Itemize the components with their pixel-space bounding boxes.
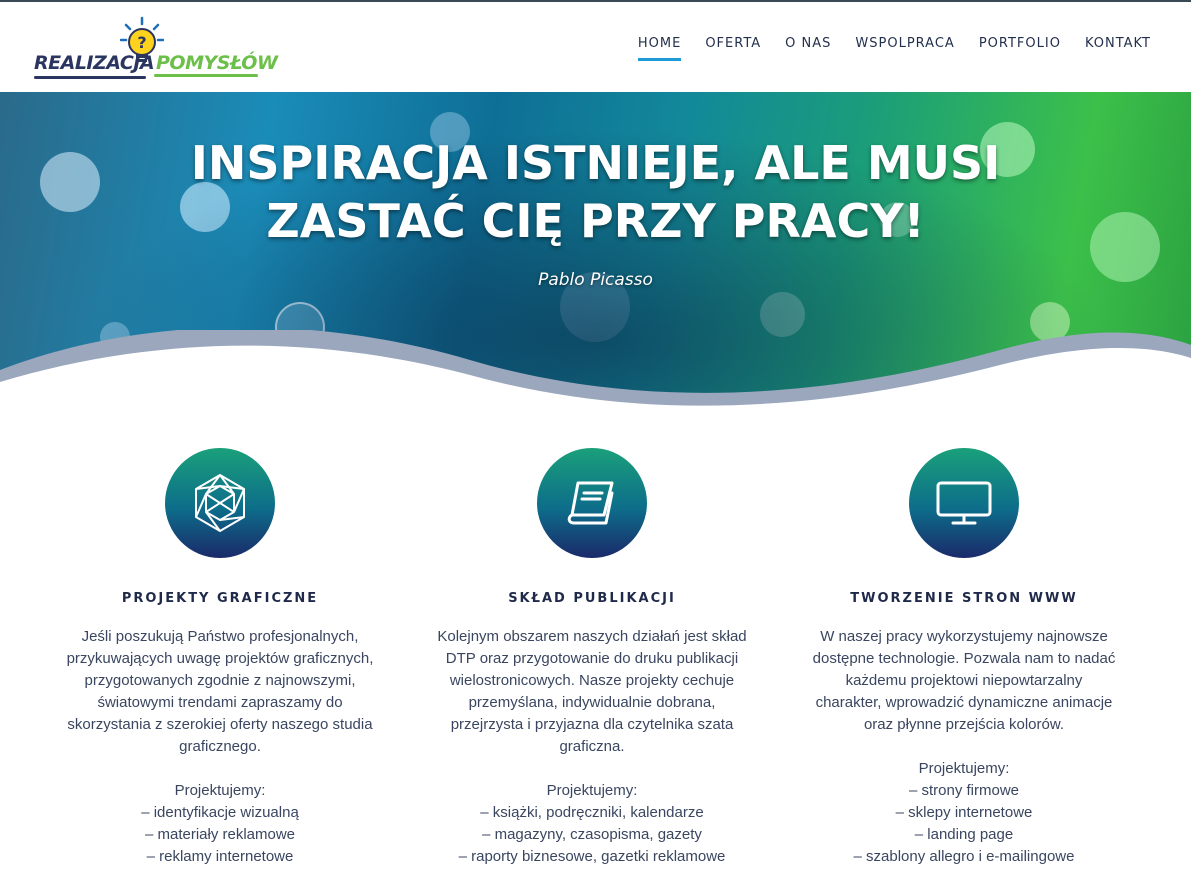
feature-list-heading: Projektujemy: <box>918 760 1010 777</box>
feature-publication-layout: SKŁAD PUBLIKACJI Kolejnym obszarem naszy… <box>422 448 762 868</box>
nav-item-o-nas[interactable]: O NAS <box>773 36 843 61</box>
site-header: ? REALIZACJA POMYSŁÓW HOME OFERTA O NAS … <box>0 2 1191 92</box>
feature-description-line: skorzystania z szerokiej oferty naszego … <box>67 716 373 733</box>
logo-underline <box>34 76 146 79</box>
feature-icon-circle <box>165 448 275 558</box>
feature-list-item: – magazyny, czasopisma, gazety <box>482 826 702 843</box>
feature-description: Kolejnym obszarem naszych działań jest s… <box>422 626 762 868</box>
feature-description-line: przemyślana, indywidualnie dobrana, <box>468 694 716 711</box>
svg-text:?: ? <box>137 33 146 52</box>
feature-list-item: – strony firmowe <box>908 782 1020 799</box>
feature-description-line: wielostronicowych. Nasze projekty cechuj… <box>449 672 735 689</box>
feature-description-line: W naszej pracy wykorzystujemy najnowsze <box>820 628 1108 645</box>
feature-description-line: charakter, wprowadzić dynamiczne animacj… <box>815 694 1113 711</box>
book-icon <box>567 481 614 525</box>
feature-icon-circle <box>537 448 647 558</box>
feature-list-item: – reklamy internetowe <box>146 848 294 865</box>
feature-icon-circle <box>909 448 1019 558</box>
feature-list-item: – materiały reklamowe <box>144 826 296 843</box>
feature-title: TWORZENIE STRON WWW <box>850 591 1078 606</box>
feature-description-line: światowymi trendami zapraszamy do <box>97 694 343 711</box>
logo-text-part1: REALIZACJA <box>34 52 155 74</box>
feature-description: Jeśli poszukują Państwo profesjonalnych,… <box>50 626 390 868</box>
feature-list-item: – szablony allegro i e-mailingowe <box>853 848 1075 865</box>
geometric-polyhedron-icon <box>195 474 245 532</box>
feature-list-item: – sklepy internetowe <box>895 804 1033 821</box>
hero-quote-line1: INSPIRACJA ISTNIEJE, ALE MUSI <box>190 136 1001 190</box>
feature-list-heading: Projektujemy: <box>546 782 638 799</box>
feature-description-line: graficznego. <box>179 738 261 755</box>
feature-description-line: DTP oraz przygotowanie do druku publikac… <box>445 650 739 667</box>
logo-underline <box>154 74 258 77</box>
monitor-icon <box>936 481 992 525</box>
feature-list-item: – identyfikacje wizualną <box>141 804 299 821</box>
feature-description-line: każdemu projektowi niepowtarzalny <box>845 672 1083 689</box>
nav-item-home[interactable]: HOME <box>626 36 693 61</box>
feature-description-line: oraz płynne przejścia kolorów. <box>863 716 1065 733</box>
logo-text-part2: POMYSŁÓW <box>156 52 278 74</box>
feature-list-item: – landing page <box>914 826 1014 843</box>
hero-quote-author: Pablo Picasso <box>538 270 653 290</box>
feature-description-line: przygotowanych zgodnie z najnowszymi, <box>84 672 356 689</box>
feature-description-line: przykuwających uwagę projektów graficzny… <box>66 650 374 667</box>
feature-graphic-design: PROJEKTY GRAFICZNE Jeśli poszukują Państ… <box>50 448 390 868</box>
hero-quote-line2: ZASTAĆ CIĘ PRZY PRACY! <box>266 194 925 248</box>
feature-description: W naszej pracy wykorzystujemy najnowsze … <box>794 626 1134 868</box>
feature-list-heading: Projektujemy: <box>174 782 266 799</box>
nav-item-wspolpraca[interactable]: WSPOLPRACA <box>843 36 966 61</box>
feature-list-item: – raporty biznesowe, gazetki reklamowe <box>458 848 726 865</box>
feature-description-line: Kolejnym obszarem naszych działań jest s… <box>437 628 747 645</box>
feature-title: PROJEKTY GRAFICZNE <box>121 591 319 606</box>
feature-title: SKŁAD PUBLIKACJI <box>508 591 676 606</box>
feature-list-item: – książki, podręczniki, kalendarze <box>480 804 704 821</box>
feature-web-development: TWORZENIE STRON WWW W naszej pracy wykor… <box>794 448 1134 868</box>
hero-quote: INSPIRACJA ISTNIEJE, ALE MUSI ZASTAĆ CIĘ… <box>0 134 1191 250</box>
feature-description-line: Jeśli poszukują Państwo profesjonalnych, <box>81 628 359 645</box>
feature-description-line: dostępne technologie. Pozwala nam to nad… <box>812 650 1116 667</box>
nav-item-portfolio[interactable]: PORTFOLIO <box>967 36 1073 61</box>
feature-description-line: graficzna. <box>559 738 625 755</box>
nav-item-oferta[interactable]: OFERTA <box>693 36 773 61</box>
site-logo[interactable]: ? REALIZACJA POMYSŁÓW <box>30 14 278 80</box>
main-nav: HOME OFERTA O NAS WSPOLPRACA PORTFOLIO K… <box>626 36 1163 61</box>
nav-item-kontakt[interactable]: KONTAKT <box>1073 36 1163 61</box>
hero-wave-divider <box>0 330 1191 440</box>
feature-description-line: przejrzysta i przyjazna dla czytelnika s… <box>450 716 734 733</box>
